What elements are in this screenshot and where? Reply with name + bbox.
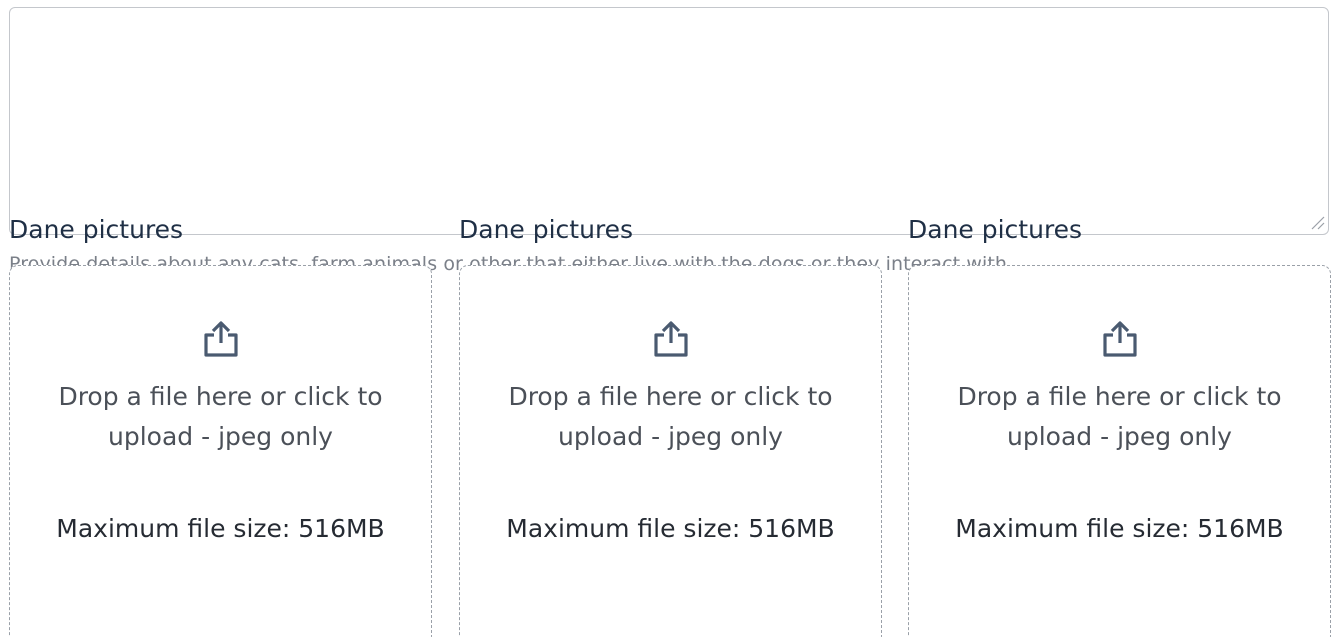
upload-icon (1102, 321, 1137, 357)
dropzone-max-size: Maximum file size: 516MB (506, 514, 835, 543)
dane-pictures-label-3: Dane pictures (908, 215, 1083, 244)
dropzone-prompt: Drop a file here or click to upload - jp… (58, 382, 383, 451)
dane-pictures-label-1: Dane pictures (9, 215, 184, 244)
details-textarea[interactable] (9, 7, 1329, 235)
dane-pictures-label-2: Dane pictures (459, 215, 634, 244)
dropzone-prompt: Drop a file here or click to upload - jp… (957, 382, 1282, 451)
resize-grip-icon[interactable] (1309, 214, 1325, 230)
file-dropzone-3[interactable]: Drop a file here or click to upload - jp… (908, 265, 1331, 637)
dropzone-max-size: Maximum file size: 516MB (56, 514, 385, 543)
upload-icon (203, 321, 238, 357)
form-section: Provide details about any cats, farm ani… (0, 0, 1332, 637)
file-dropzone-2[interactable]: Drop a file here or click to upload - jp… (459, 265, 882, 637)
dropzone-prompt: Drop a file here or click to upload - jp… (508, 382, 833, 451)
dropzone-max-size: Maximum file size: 516MB (955, 514, 1284, 543)
file-dropzone-1[interactable]: Drop a file here or click to upload - jp… (9, 265, 432, 637)
upload-icon (653, 321, 688, 357)
